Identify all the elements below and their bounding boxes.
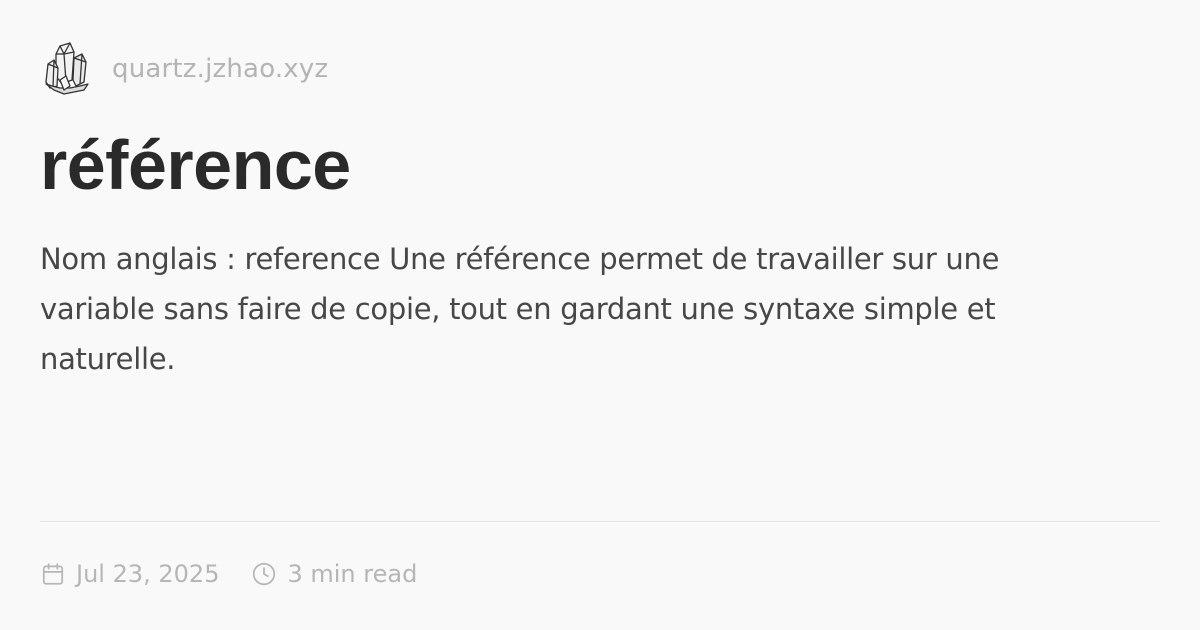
divider <box>40 521 1160 522</box>
page-description: Nom anglais : reference Une référence pe… <box>40 242 1000 376</box>
calendar-icon <box>42 563 64 585</box>
page-meta: Jul 23, 2025 3 min read <box>40 555 417 593</box>
clock-icon <box>253 562 276 586</box>
reading-time: 3 min read <box>287 560 418 588</box>
page-title: référence <box>40 126 351 204</box>
date-meta: Jul 23, 2025 <box>40 560 219 588</box>
crystal-logo-icon <box>45 42 89 95</box>
site-header: quartz.jzhao.xyz <box>40 40 328 98</box>
publish-date: Jul 23, 2025 <box>76 560 220 588</box>
site-url[interactable]: quartz.jzhao.xyz <box>112 54 328 84</box>
reading-time-meta: 3 min read <box>251 560 417 588</box>
